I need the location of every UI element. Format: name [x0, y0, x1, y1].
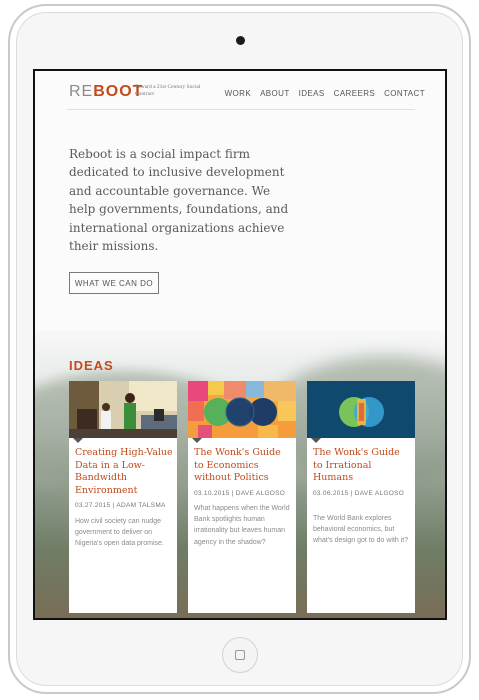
site-header: REBOOT Toward a 21st Century Social Cont…: [67, 81, 425, 110]
logo-prefix: RE: [69, 83, 94, 100]
nav-ideas[interactable]: IDEAS: [299, 89, 325, 98]
card-illustration: [307, 381, 415, 438]
card-pointer: [192, 438, 202, 443]
idea-card[interactable]: The Wonk's Guide to Economics without Po…: [188, 381, 296, 613]
idea-card[interactable]: The Wonk's Guide to Irrational Humans 03…: [307, 381, 415, 613]
home-square-icon: [235, 650, 245, 660]
site-logo[interactable]: REBOOT: [69, 83, 143, 101]
home-button[interactable]: [222, 637, 258, 673]
card-excerpt: How civil society can nudge government t…: [75, 518, 164, 548]
ideas-heading: IDEAS: [69, 358, 114, 373]
card-photo: [69, 381, 177, 438]
camera-icon: [236, 36, 245, 45]
card-title[interactable]: The Wonk's Guide to Irrational Humans: [313, 447, 411, 485]
screen: REBOOT Toward a 21st Century Social Cont…: [33, 69, 447, 620]
card-excerpt: What happens when the World Bank spotlig…: [194, 505, 290, 546]
card-pointer: [311, 438, 321, 443]
card-meta: 03.06.2015 | DAVE ALGOSO: [313, 490, 405, 497]
card-title[interactable]: Creating High-Value Data in a Low-Bandwi…: [75, 447, 173, 497]
what-we-can-do-button[interactable]: WHAT WE CAN DO: [69, 272, 159, 294]
nav-about[interactable]: ABOUT: [260, 89, 290, 98]
site-tagline: Toward a 21st Century Social Contract: [135, 84, 201, 97]
main-nav: WORK ABOUT IDEAS CAREERS CONTACT: [225, 89, 425, 98]
idea-card[interactable]: Creating High-Value Data in a Low-Bandwi…: [69, 381, 177, 613]
card-title[interactable]: The Wonk's Guide to Economics without Po…: [194, 447, 292, 485]
card-pointer: [73, 438, 83, 443]
nav-careers[interactable]: CAREERS: [334, 89, 375, 98]
card-meta: 03.10.2015 | DAVE ALGOSO: [194, 490, 286, 497]
card-illustration: [188, 381, 296, 438]
intro-text: Reboot is a social impact firm dedicated…: [69, 147, 289, 254]
nav-work[interactable]: WORK: [225, 89, 252, 98]
card-meta: 03.27.2015 | ADAM TALSMA: [75, 502, 166, 509]
card-excerpt: The World Bank explores behavioral econo…: [313, 515, 409, 545]
nav-contact[interactable]: CONTACT: [384, 89, 425, 98]
